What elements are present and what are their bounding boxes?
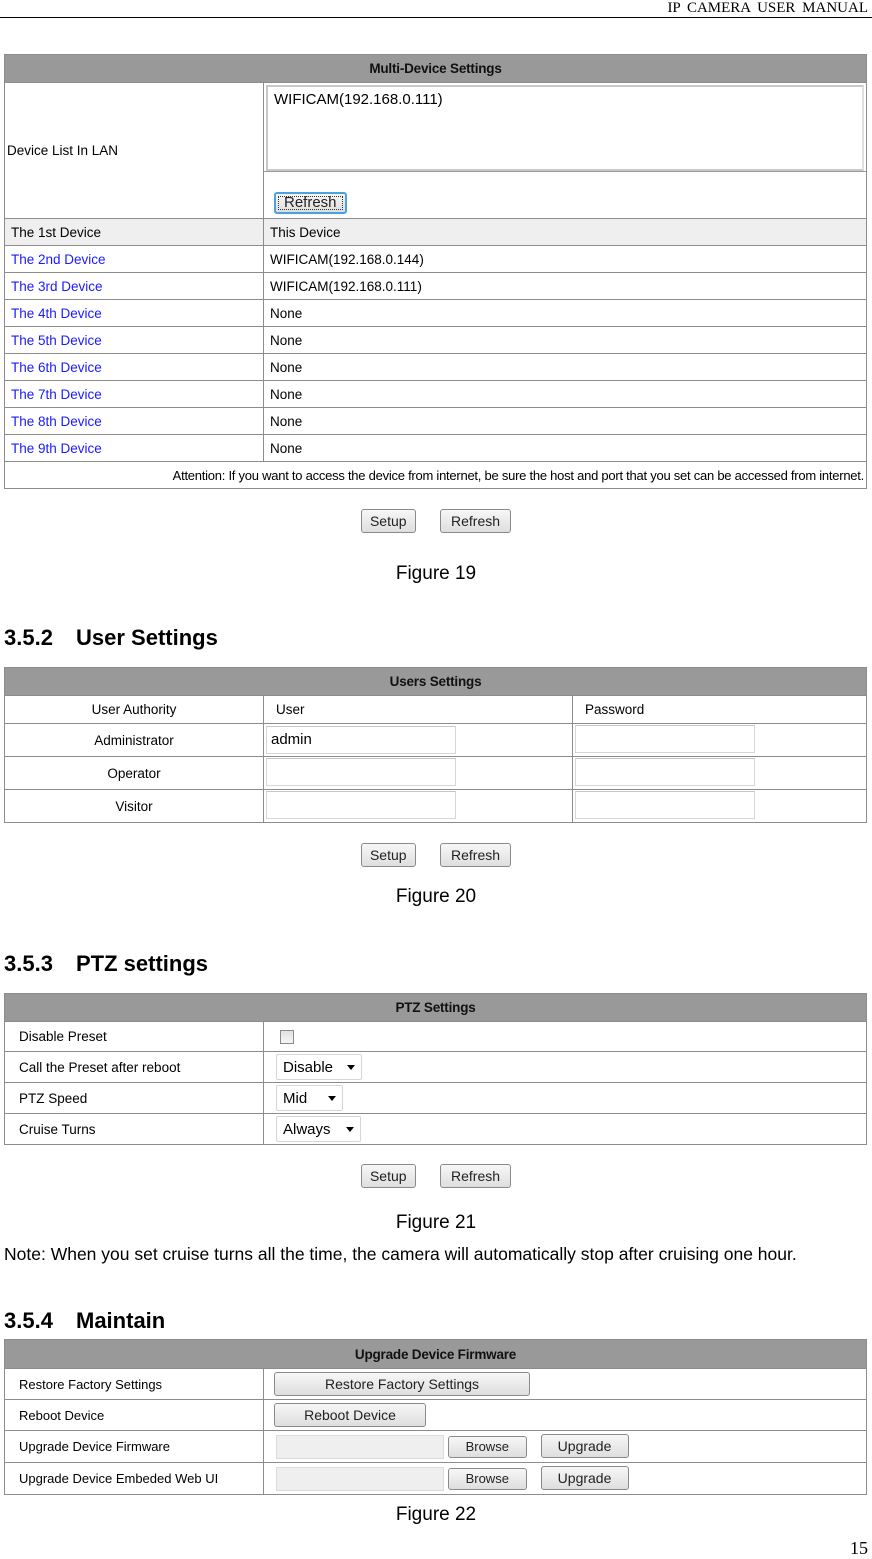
device-link[interactable]: The 9th Device bbox=[4, 434, 264, 462]
upgrade-button[interactable]: Upgrade bbox=[540, 1433, 629, 1458]
device-value: None bbox=[262, 353, 868, 381]
column-header: Password bbox=[571, 695, 868, 724]
user-authority: Visitor bbox=[4, 789, 264, 823]
upgrade-firmware-table: Upgrade Device Firmware Restore Factory … bbox=[4, 1339, 867, 1495]
device-link[interactable]: The 3rd Device bbox=[4, 272, 264, 300]
restore-factory-button[interactable]: Restore Factory Settings bbox=[274, 1372, 530, 1396]
device-value: WIFICAM(192.168.0.144) bbox=[262, 245, 868, 273]
table-title: Multi-Device Settings bbox=[3, 54, 868, 83]
password-input[interactable] bbox=[575, 790, 755, 819]
cruise-note: Note: When you set cruise turns all the … bbox=[4, 1244, 797, 1264]
setup-button[interactable]: Setup bbox=[360, 843, 416, 867]
attention-note: Attention: If you want to access the dev… bbox=[3, 461, 868, 489]
device-value: WIFICAM(192.168.0.111) bbox=[262, 272, 868, 300]
call-preset-label: Call the Preset after reboot bbox=[4, 1051, 264, 1083]
reboot-device-button[interactable]: Reboot Device bbox=[274, 1403, 426, 1427]
setup-button[interactable]: Setup bbox=[360, 509, 416, 533]
device-link[interactable]: The 8th Device bbox=[4, 407, 264, 435]
device-value: None bbox=[262, 434, 868, 462]
refresh-button[interactable]: Refresh bbox=[440, 509, 512, 533]
section-heading: 3.5.2 User Settings bbox=[4, 625, 218, 651]
browse-button[interactable]: Browse bbox=[447, 1435, 527, 1458]
figure20-actions: Setup Refresh bbox=[0, 843, 872, 867]
device-link[interactable]: The 7th Device bbox=[4, 380, 264, 408]
ptz-speed-label: PTZ Speed bbox=[4, 1082, 264, 1114]
upgrade-webui-label: Upgrade Device Embeded Web UI bbox=[4, 1462, 264, 1495]
restore-factory-label: Restore Factory Settings bbox=[4, 1368, 264, 1400]
section-number: 3.5.2 bbox=[4, 625, 53, 650]
disable-preset-checkbox[interactable] bbox=[280, 1030, 294, 1045]
setup-button[interactable]: Setup bbox=[360, 1164, 416, 1188]
figure-caption: Figure 20 bbox=[395, 886, 477, 907]
multi-device-settings-table: Multi-Device Settings Device List In LAN… bbox=[3, 54, 868, 489]
reboot-device-label: Reboot Device bbox=[4, 1399, 264, 1431]
figure19-actions: Setup Refresh bbox=[0, 509, 872, 533]
upgrade-button[interactable]: Upgrade bbox=[540, 1465, 629, 1490]
device-value: None bbox=[262, 326, 868, 354]
column-header: User bbox=[263, 695, 573, 724]
refresh-button[interactable]: Refresh bbox=[440, 1164, 512, 1188]
section-title: Maintain bbox=[76, 1308, 166, 1333]
password-input[interactable] bbox=[575, 757, 755, 786]
users-settings-table: Users Settings User Authority User Passw… bbox=[3, 667, 868, 823]
ptz-speed-select[interactable]: Mid bbox=[276, 1085, 343, 1111]
cruise-turns-value: Always bbox=[283, 1120, 331, 1138]
call-preset-value: Disable bbox=[283, 1058, 334, 1076]
device-value: None bbox=[262, 407, 868, 435]
user-input[interactable] bbox=[266, 757, 456, 786]
device-link[interactable]: The 4th Device bbox=[4, 299, 264, 327]
ptz-settings-table: PTZ Settings Disable Preset Call the Pre… bbox=[3, 993, 868, 1145]
section-heading: 3.5.3 PTZ settings bbox=[4, 951, 208, 977]
cruise-turns-label: Cruise Turns bbox=[4, 1113, 264, 1145]
device-list-item[interactable]: WIFICAM(192.168.0.111) bbox=[274, 91, 856, 108]
ptz-speed-value: Mid bbox=[283, 1089, 308, 1107]
call-preset-select[interactable]: Disable bbox=[276, 1054, 362, 1080]
section-heading: 3.5.4 Maintain bbox=[4, 1308, 165, 1334]
device-value: This Device bbox=[262, 218, 868, 246]
table-title: Upgrade Device Firmware bbox=[4, 1339, 867, 1369]
password-input[interactable] bbox=[575, 724, 755, 753]
device-link[interactable]: The 2nd Device bbox=[4, 245, 264, 273]
webui-file-input[interactable] bbox=[276, 1467, 444, 1492]
cruise-turns-select[interactable]: Always bbox=[276, 1116, 361, 1142]
refresh-button[interactable]: Refresh bbox=[440, 843, 512, 867]
user-input[interactable] bbox=[266, 790, 456, 819]
user-authority: Operator bbox=[4, 756, 264, 790]
table-title: PTZ Settings bbox=[3, 993, 868, 1022]
device-list-refresh-button[interactable]: Refresh bbox=[274, 192, 347, 214]
figure21-actions: Setup Refresh bbox=[0, 1164, 872, 1188]
device-value: None bbox=[262, 380, 868, 408]
figure-caption: Figure 22 bbox=[395, 1504, 477, 1525]
device-link[interactable]: The 6th Device bbox=[4, 353, 264, 381]
device-list-box[interactable]: WIFICAM(192.168.0.111) bbox=[266, 85, 865, 171]
browse-button[interactable]: Browse bbox=[447, 1467, 527, 1490]
upgrade-firmware-label: Upgrade Device Firmware bbox=[4, 1430, 264, 1463]
figure-caption: Figure 21 bbox=[395, 1212, 477, 1233]
section-title: User Settings bbox=[76, 625, 218, 650]
running-header: IP CAMERA USER MANUAL bbox=[0, 0, 872, 18]
chevron-down-icon bbox=[346, 1126, 354, 1132]
device-label: The 1st Device bbox=[4, 218, 264, 246]
column-header: User Authority bbox=[4, 695, 264, 724]
section-number: 3.5.3 bbox=[4, 951, 53, 976]
section-title: PTZ settings bbox=[76, 951, 209, 976]
device-list-label: Device List In LAN bbox=[4, 82, 264, 219]
chevron-down-icon bbox=[347, 1064, 355, 1070]
chevron-down-icon bbox=[328, 1095, 336, 1101]
user-authority: Administrator bbox=[4, 723, 264, 757]
disable-preset-label: Disable Preset bbox=[4, 1021, 264, 1052]
section-number: 3.5.4 bbox=[4, 1308, 53, 1333]
device-link[interactable]: The 5th Device bbox=[4, 326, 264, 354]
firmware-file-input[interactable] bbox=[276, 1435, 444, 1460]
user-input[interactable]: admin bbox=[266, 726, 456, 754]
device-value: None bbox=[262, 299, 868, 327]
figure-caption: Figure 19 bbox=[395, 563, 477, 584]
table-title: Users Settings bbox=[3, 667, 868, 696]
